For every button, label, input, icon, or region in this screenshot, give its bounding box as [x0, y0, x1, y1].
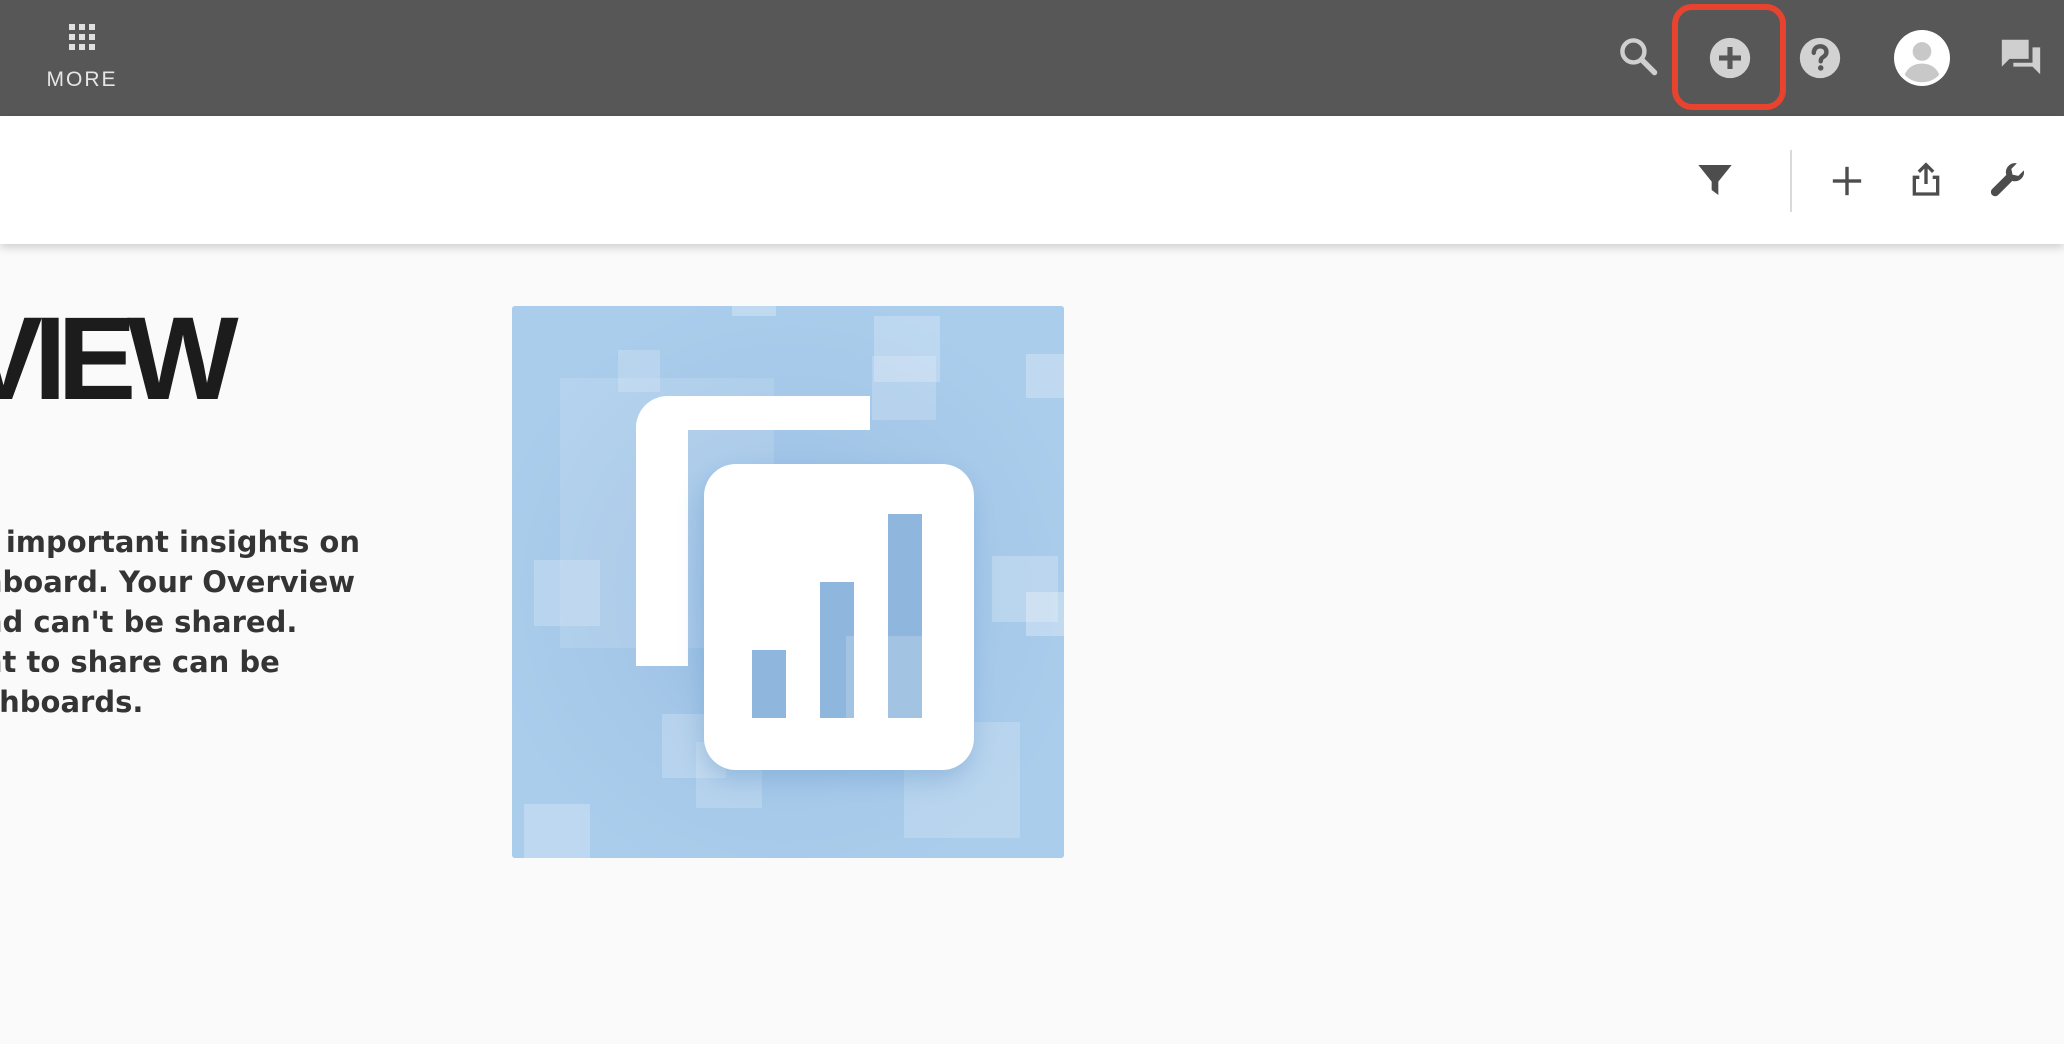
top-nav-bar: MORE	[0, 0, 2064, 116]
page-title: VIEW	[0, 293, 239, 425]
search-icon[interactable]	[1616, 34, 1660, 78]
wrench-icon[interactable]	[1988, 160, 2028, 200]
intro-line: nd can't be shared.	[0, 605, 298, 639]
intro-line: shboards.	[0, 685, 144, 719]
filter-icon[interactable]	[1694, 160, 1736, 200]
intro-text-block: t important insights on nboard. Your Ove…	[0, 522, 360, 742]
account-icon[interactable]	[1894, 30, 1950, 86]
more-apps-button[interactable]: MORE	[30, 0, 134, 116]
chat-icon[interactable]	[1998, 34, 2044, 80]
overview-illustration	[512, 306, 1064, 858]
add-circle-icon[interactable]	[1708, 36, 1752, 80]
plus-icon[interactable]	[1830, 164, 1864, 198]
intro-line: nt to share can be	[0, 645, 280, 679]
toolbar-divider	[1790, 150, 1792, 212]
intro-line: t important insights on	[0, 525, 360, 559]
dashboard-toolbar	[0, 116, 2064, 244]
bar-chart-card-icon	[512, 306, 1064, 858]
share-icon[interactable]	[1906, 158, 1946, 200]
more-label: MORE	[46, 68, 118, 91]
intro-line: nboard. Your Overview	[0, 565, 356, 599]
help-icon[interactable]	[1798, 36, 1842, 80]
apps-grid-icon	[69, 24, 95, 50]
